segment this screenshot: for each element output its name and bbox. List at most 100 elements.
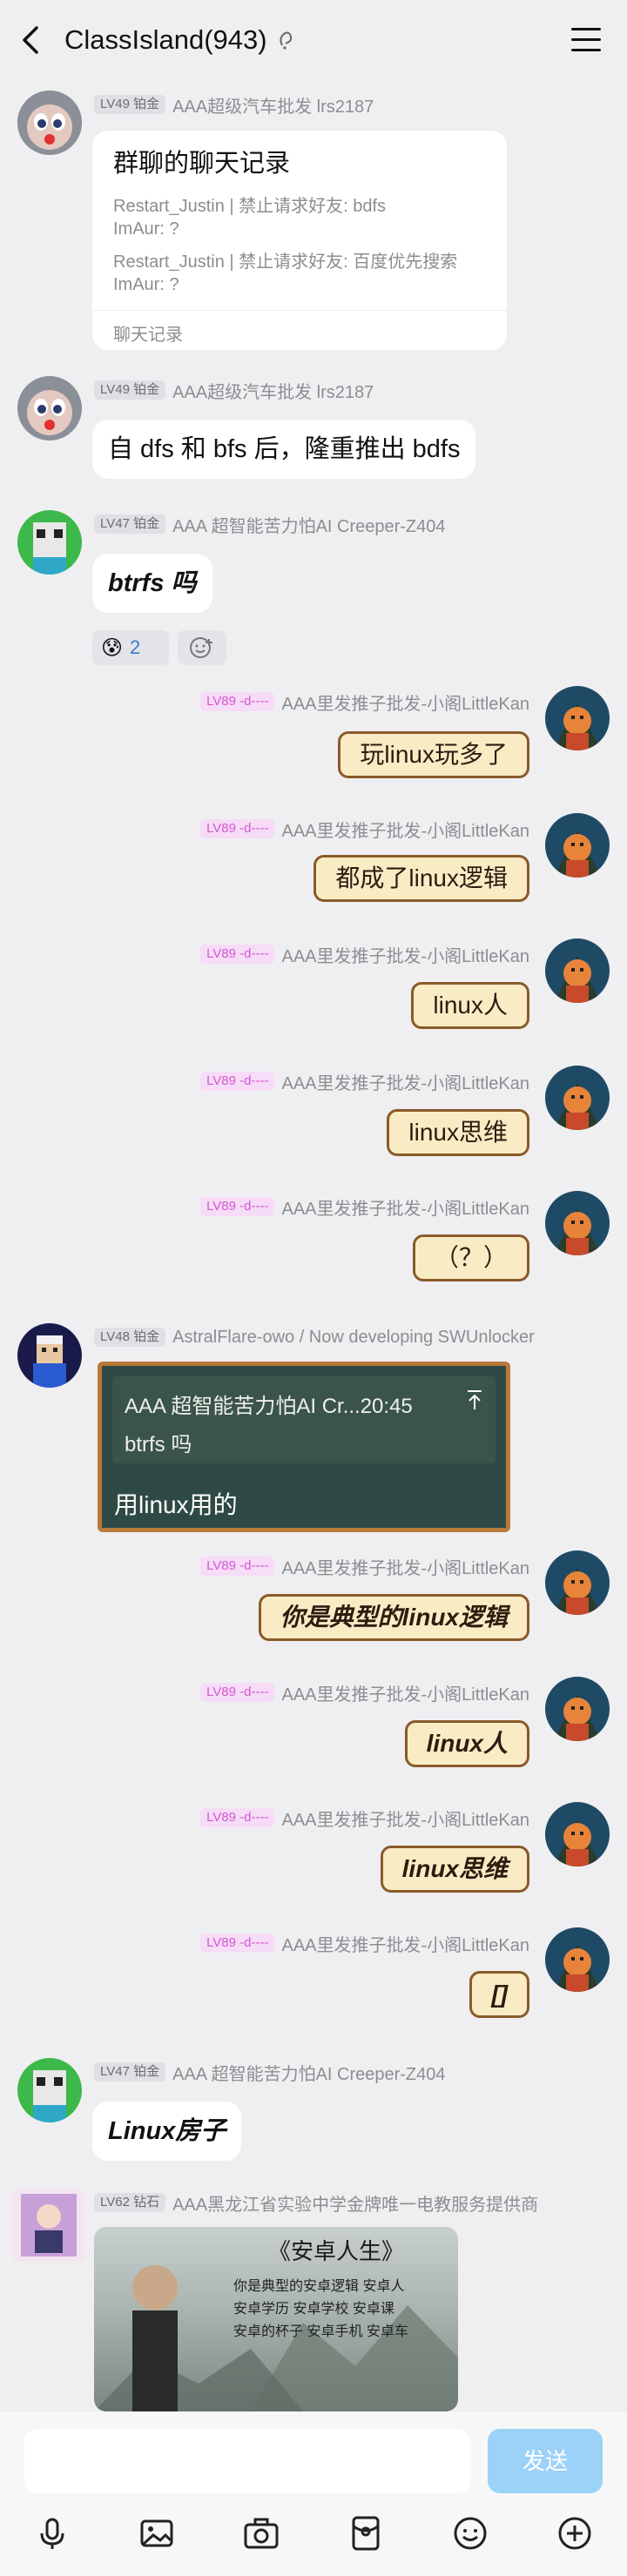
avatar[interactable]	[545, 1802, 610, 1866]
chat-title[interactable]: ClassIsland(943)	[64, 23, 267, 57]
sender-meta: LV89 -d---- AAA里发推子批发-小阁LittleKan	[200, 1806, 529, 1830]
sender-name[interactable]: AAA 超智能苦力怕AI Creeper-Z404	[172, 512, 445, 537]
avatar[interactable]	[545, 1927, 610, 1992]
avatar[interactable]	[545, 813, 610, 878]
sender-meta: LV89 -d---- AAA里发推子批发-小阁LittleKan	[200, 1554, 529, 1578]
message: LV89 -d---- AAA里发推子批发-小阁LittleKan linux人	[0, 933, 627, 1046]
camera-icon[interactable]	[242, 2514, 280, 2552]
message: LV89 -d---- AAA里发推子批发-小阁LittleKan linux思…	[0, 1060, 627, 1174]
mic-icon[interactable]	[33, 2514, 71, 2552]
sender-meta: LV89 -d---- AAA里发推子批发-小阁LittleKan	[200, 1069, 529, 1093]
level-badge: LV89 -d----	[200, 1072, 275, 1091]
message-bubble[interactable]: 都成了linux逻辑	[314, 855, 529, 902]
card-line: ImAur: ?	[113, 275, 179, 294]
quote-box[interactable]: AAA 超智能苦力怕AI Cr...20:45 btrfs 吗	[112, 1376, 496, 1463]
chat-header: ClassIsland(943)	[0, 0, 627, 80]
back-arrow-icon[interactable]	[19, 24, 45, 56]
message-bubble[interactable]: btrfs 吗	[92, 554, 212, 613]
card-title: 群聊的聊天记录	[113, 150, 291, 178]
sender-name[interactable]: AAA里发推子批发-小阁LittleKan	[281, 689, 529, 715]
level-badge: LV47 铂金	[94, 515, 166, 534]
avatar[interactable]	[17, 1323, 82, 1388]
message: LV49 铂金 AAA超级汽车批发 lrs2187 自 dfs 和 bfs 后，…	[0, 376, 627, 489]
avatar[interactable]	[545, 1191, 610, 1255]
image-message[interactable]: 《安卓人生》 你是典型的安卓逻辑 安卓人 安卓学历 安卓学校 安卓课 安卓的杯子…	[94, 2227, 458, 2411]
sender-meta: LV89 -d---- AAA里发推子批发-小阁LittleKan	[200, 1680, 529, 1705]
sender-name[interactable]: AAA里发推子批发-小阁LittleKan	[281, 1194, 529, 1220]
avatar[interactable]	[12, 2189, 85, 2262]
sender-meta: LV89 -d---- AAA里发推子批发-小阁LittleKan	[200, 689, 529, 714]
card-footer: 聊天记录	[113, 326, 183, 345]
avatar[interactable]	[545, 1677, 610, 1741]
card-line: Restart_Justin | 禁止请求好友: bdfs	[113, 197, 387, 216]
sender-name[interactable]: AAA里发推子批发-小阁LittleKan	[281, 1554, 529, 1579]
image-title: 《安卓人生》	[268, 2238, 405, 2264]
level-badge: LV89 -d----	[200, 692, 275, 711]
emoji-icon[interactable]	[451, 2514, 489, 2552]
menu-icon[interactable]	[571, 28, 601, 52]
message-input[interactable]	[24, 2429, 470, 2493]
sender-name[interactable]: AAA里发推子批发-小阁LittleKan	[281, 1806, 529, 1831]
sender-meta: LV89 -d---- AAA里发推子批发-小阁LittleKan	[200, 1931, 529, 1955]
image-icon[interactable]	[138, 2514, 176, 2552]
sender-name[interactable]: AAA黑龙江省实验中学金牌唯一电教服务提供商	[172, 2190, 538, 2216]
sender-name[interactable]: AAA里发推子批发-小阁LittleKan	[281, 1069, 529, 1094]
message-bubble[interactable]: []	[469, 1971, 529, 2018]
message: LV89 -d---- AAA里发推子批发-小阁LittleKan []	[0, 1922, 627, 2044]
avatar[interactable]	[17, 376, 82, 441]
avatar[interactable]	[17, 2058, 82, 2122]
avatar[interactable]	[545, 686, 610, 750]
message-bubble[interactable]: 自 dfs 和 bfs 后，隆重推出 bdfs	[92, 420, 476, 479]
sender-name[interactable]: AAA超级汽车批发 lrs2187	[172, 92, 374, 118]
reaction-chip[interactable]: 😰 2	[92, 630, 169, 665]
sender-meta: LV89 -d---- AAA里发推子批发-小阁LittleKan	[200, 942, 529, 966]
add-reaction-icon[interactable]	[178, 630, 226, 665]
message-bubble[interactable]: linux人	[404, 1720, 529, 1767]
message-bubble[interactable]: 玩linux玩多了	[338, 731, 529, 778]
message-bubble[interactable]: linux思维	[380, 1846, 529, 1893]
image-caption: 安卓的杯子 安卓手机 安卓车	[233, 2324, 408, 2339]
message-bubble[interactable]: linux人	[411, 982, 529, 1029]
avatar[interactable]	[545, 1066, 610, 1130]
level-badge: LV48 铂金	[94, 1328, 166, 1347]
message-bubble[interactable]: linux思维	[387, 1109, 529, 1156]
sender-name[interactable]: AAA里发推子批发-小阁LittleKan	[281, 1931, 529, 1956]
message: LV48 铂金 AstralFlare-owo / Now developing…	[0, 1323, 627, 1541]
avatar[interactable]	[17, 510, 82, 575]
reaction-emoji: 😰	[101, 636, 124, 660]
sender-meta: LV89 -d---- AAA里发推子批发-小阁LittleKan	[200, 1194, 529, 1219]
sender-name[interactable]: AAA里发推子批发-小阁LittleKan	[281, 942, 529, 967]
level-badge: LV89 -d----	[200, 945, 275, 964]
sender-name[interactable]: AAA 超智能苦力怕AI Creeper-Z404	[172, 2060, 445, 2085]
composer: 发送	[0, 2411, 627, 2576]
quote-jump-icon[interactable]	[464, 1389, 485, 1411]
send-button[interactable]: 发送	[488, 2429, 603, 2493]
avatar[interactable]	[17, 91, 82, 155]
level-badge: LV49 铂金	[94, 380, 166, 400]
message: LV89 -d---- AAA里发推子批发-小阁LittleKan linux思…	[0, 1797, 627, 1910]
sender-meta: LV47 铂金 AAA 超智能苦力怕AI Creeper-Z404	[94, 512, 446, 536]
image-caption: 安卓学历 安卓学校 安卓课	[233, 2302, 394, 2317]
sender-name[interactable]: AAA超级汽车批发 lrs2187	[172, 378, 374, 403]
chalkboard-bubble[interactable]: AAA 超智能苦力怕AI Cr...20:45 btrfs 吗 用linux用的	[98, 1362, 510, 1532]
red-packet-icon[interactable]	[347, 2514, 385, 2552]
quote-text: btrfs 吗	[125, 1433, 192, 1456]
message-bubble[interactable]: 你是典型的linux逻辑	[258, 1594, 529, 1641]
plus-icon[interactable]	[556, 2514, 594, 2552]
sender-meta: LV47 铂金 AAA 超智能苦力怕AI Creeper-Z404	[94, 2060, 446, 2084]
chat-history-card[interactable]: 群聊的聊天记录 Restart_Justin | 禁止请求好友: bdfs Im…	[92, 131, 507, 350]
sender-name[interactable]: AAA里发推子批发-小阁LittleKan	[281, 817, 529, 842]
avatar[interactable]	[545, 1550, 610, 1615]
card-line: ImAur: ?	[113, 219, 179, 239]
level-badge: LV89 -d----	[200, 1808, 275, 1827]
message-bubble[interactable]: （？）	[412, 1234, 529, 1281]
level-badge: LV89 -d----	[200, 1683, 275, 1702]
sender-meta: LV49 铂金 AAA超级汽车批发 lrs2187	[94, 92, 374, 117]
level-badge: LV49 铂金	[94, 95, 166, 114]
reaction-count: 2	[130, 636, 141, 658]
card-divider	[92, 310, 507, 311]
avatar[interactable]	[545, 938, 610, 1003]
sender-name[interactable]: AAA里发推子批发-小阁LittleKan	[281, 1680, 529, 1705]
message-bubble[interactable]: Linux房子	[92, 2102, 242, 2161]
sender-name[interactable]: AstralFlare-owo / Now developing SWUnloc…	[172, 1328, 535, 1348]
